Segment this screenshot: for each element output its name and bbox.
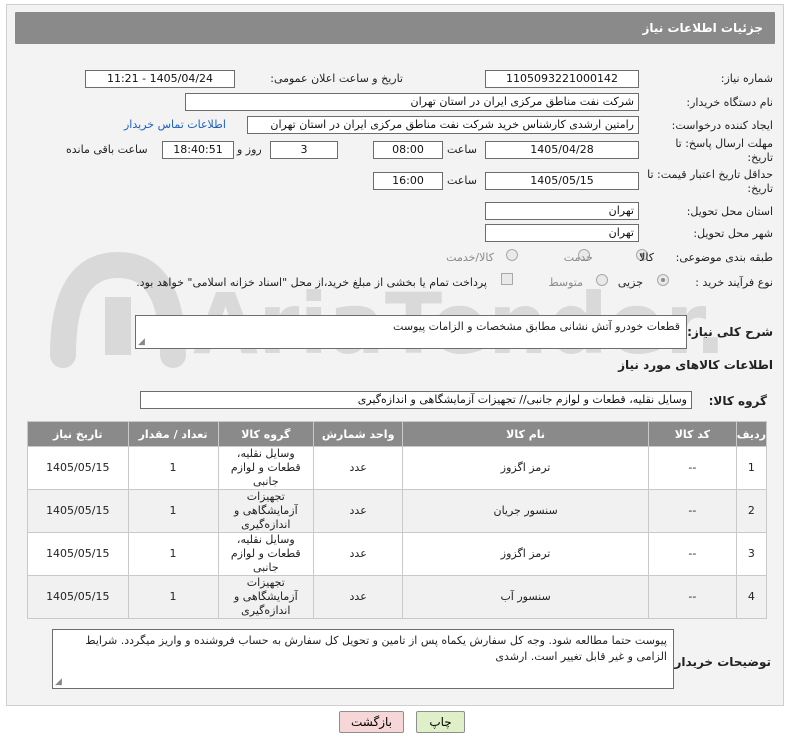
announce-label: تاریخ و ساعت اعلان عمومی: bbox=[270, 72, 403, 85]
radio-medium-label: متوسط bbox=[548, 276, 583, 289]
min-price-label: حداقل تاریخ اعتبار قیمت: تا تاریخ: bbox=[647, 168, 773, 195]
buyer-notes-text: پیوست حتما مطالعه شود. وجه کل سفارش یکما… bbox=[85, 634, 667, 663]
deadline-date-field: 1405/04/28 bbox=[485, 141, 639, 159]
cell-name: ترمز اگزوز bbox=[402, 446, 649, 490]
summary-label: شرح کلی نیاز: bbox=[687, 325, 773, 339]
cell-unit: عدد bbox=[313, 489, 404, 533]
summary-field: قطعات خودرو آتش نشانی مطابق مشخصات و الز… bbox=[135, 315, 687, 349]
cell-need-date: 1405/05/15 bbox=[27, 489, 129, 533]
days-word: روز و bbox=[237, 143, 262, 156]
radio-goods-service[interactable] bbox=[506, 249, 518, 261]
remaining-word: ساعت باقی مانده bbox=[66, 143, 148, 156]
need-number-field: 1105093221000142 bbox=[485, 70, 639, 88]
radio-minor-label: جزیی bbox=[617, 276, 643, 289]
cell-unit: عدد bbox=[313, 575, 404, 619]
table-row: 1 -- ترمز اگزوز عدد وسایل نقلیه، قطعات و… bbox=[27, 446, 768, 490]
cell-name: ترمز اگزوز bbox=[402, 532, 649, 576]
cell-unit: عدد bbox=[313, 446, 404, 490]
treasury-note: پرداخت تمام یا بخشی از مبلغ خرید،از محل … bbox=[136, 276, 487, 289]
column-header-quantity: تعداد / مقدار bbox=[127, 421, 219, 447]
table-row: 4 -- سنسور آب عدد تجهیزات آزمایشگاهی و ا… bbox=[27, 575, 768, 619]
buyer-org-label: نام دستگاه خریدار: bbox=[686, 96, 773, 109]
column-header-group: گروه کالا bbox=[217, 421, 315, 447]
cell-quantity: 1 bbox=[127, 575, 219, 619]
page-title: جزئیات اطلاعات نیاز bbox=[642, 21, 763, 35]
column-header-unit: واحد شمارش bbox=[313, 421, 404, 447]
cell-code: -- bbox=[647, 489, 737, 533]
cell-name: سنسور جریان bbox=[402, 489, 649, 533]
cell-row-number: 1 bbox=[735, 446, 768, 490]
buyer-org-field: شرکت نفت مناطق مرکزی ایران در استان تهرا… bbox=[185, 93, 639, 111]
cell-unit: عدد bbox=[313, 532, 404, 576]
min-price-date-field: 1405/05/15 bbox=[485, 172, 639, 190]
deadline-time-word: ساعت bbox=[447, 143, 477, 156]
summary-text: قطعات خودرو آتش نشانی مطابق مشخصات و الز… bbox=[393, 320, 680, 333]
city-label: شهر محل تحویل: bbox=[693, 227, 773, 240]
table-header-row: ردیف کد کالا نام کالا واحد شمارش گروه کا… bbox=[27, 421, 768, 447]
radio-goods-label: کالا bbox=[639, 251, 654, 264]
creator-label: ایجاد کننده درخواست: bbox=[671, 119, 773, 132]
buyer-notes-field: پیوست حتما مطالعه شود. وجه کل سفارش یکما… bbox=[52, 629, 674, 689]
goods-group-field: وسایل نقلیه، قطعات و لوازم جانبی// تجهیز… bbox=[140, 391, 692, 409]
buyer-notes-label: توضیحات خریدار: bbox=[669, 655, 771, 669]
page-header: جزئیات اطلاعات نیاز bbox=[15, 12, 775, 44]
cell-group: وسایل نقلیه، قطعات و لوازم جانبی bbox=[217, 532, 315, 576]
column-header-row-number: ردیف bbox=[735, 421, 768, 447]
goods-table: ردیف کد کالا نام کالا واحد شمارش گروه کا… bbox=[27, 421, 768, 619]
cell-need-date: 1405/05/15 bbox=[27, 575, 129, 619]
cell-need-date: 1405/05/15 bbox=[27, 446, 129, 490]
deadline-label: مهلت ارسال پاسخ: تا تاریخ: bbox=[675, 137, 773, 164]
cell-code: -- bbox=[647, 446, 737, 490]
cell-row-number: 4 bbox=[735, 575, 768, 619]
table-row: 2 -- سنسور جریان عدد تجهیزات آزمایشگاهی … bbox=[27, 489, 768, 533]
cell-name: سنسور آب bbox=[402, 575, 649, 619]
column-header-code: کد کالا bbox=[647, 421, 737, 447]
table-row: 3 -- ترمز اگزوز عدد وسایل نقلیه، قطعات و… bbox=[27, 532, 768, 576]
radio-medium[interactable] bbox=[596, 274, 608, 286]
back-button[interactable]: بازگشت bbox=[339, 711, 404, 733]
cell-row-number: 2 bbox=[735, 489, 768, 533]
resize-handle-icon[interactable]: ◢ bbox=[55, 678, 62, 687]
cell-row-number: 3 bbox=[735, 532, 768, 576]
cell-code: -- bbox=[647, 575, 737, 619]
cell-group: وسایل نقلیه، قطعات و لوازم جانبی bbox=[217, 446, 315, 490]
remaining-time-field: 18:40:51 bbox=[162, 141, 234, 159]
radio-service-label: خدمت bbox=[563, 251, 593, 264]
need-number-label: شماره نیاز: bbox=[720, 72, 773, 85]
cell-code: -- bbox=[647, 532, 737, 576]
province-field: تهران bbox=[485, 202, 639, 220]
cell-quantity: 1 bbox=[127, 489, 219, 533]
creator-field: رامتین ارشدی کارشناس خرید شرکت نفت مناطق… bbox=[247, 116, 639, 134]
cell-quantity: 1 bbox=[127, 446, 219, 490]
print-button[interactable]: چاپ bbox=[416, 711, 465, 733]
min-price-time-word: ساعت bbox=[447, 174, 477, 187]
column-header-name: نام کالا bbox=[402, 421, 649, 447]
cell-group: تجهیزات آزمایشگاهی و اندازه‌گیری bbox=[217, 489, 315, 533]
column-header-need-date: تاریخ نیاز bbox=[27, 421, 129, 447]
treasury-checkbox[interactable] bbox=[501, 273, 513, 285]
resize-handle-icon[interactable]: ◢ bbox=[138, 338, 145, 347]
announce-field: 1405/04/24 - 11:21 bbox=[85, 70, 235, 88]
days-field: 3 bbox=[270, 141, 338, 159]
cell-need-date: 1405/05/15 bbox=[27, 532, 129, 576]
province-label: استان محل تحویل: bbox=[686, 205, 773, 218]
min-price-time-field: 16:00 bbox=[373, 172, 443, 190]
process-label: نوع فرآیند خرید : bbox=[695, 276, 773, 289]
goods-group-label: گروه کالا: bbox=[708, 394, 767, 408]
cell-quantity: 1 bbox=[127, 532, 219, 576]
deadline-time-field: 08:00 bbox=[373, 141, 443, 159]
city-field: تهران bbox=[485, 224, 639, 242]
buyer-contact-link[interactable]: اطلاعات تماس خریدار bbox=[124, 118, 226, 131]
radio-minor[interactable] bbox=[657, 274, 669, 286]
category-label: طبقه بندی موضوعی: bbox=[675, 251, 773, 264]
radio-goods-service-label: کالا/خدمت bbox=[446, 251, 494, 264]
goods-section-title: اطلاعات کالاهای مورد نیاز bbox=[618, 358, 773, 372]
cell-group: تجهیزات آزمایشگاهی و اندازه‌گیری bbox=[217, 575, 315, 619]
